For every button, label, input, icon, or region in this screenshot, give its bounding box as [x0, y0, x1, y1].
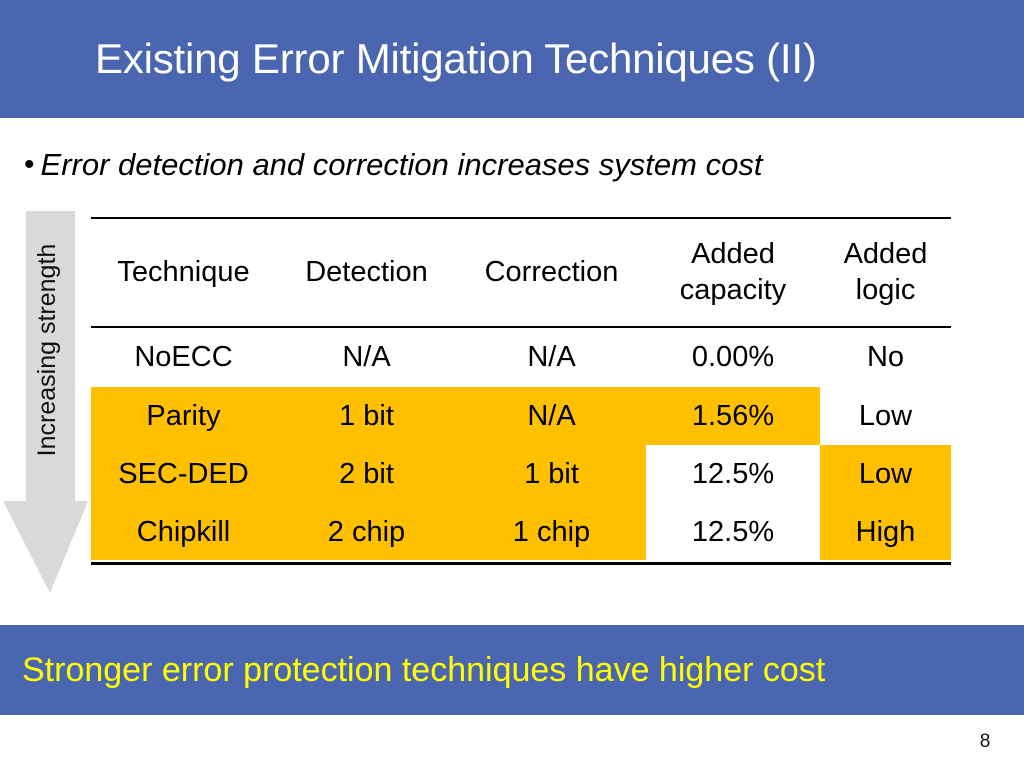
increasing-strength-label: Increasing strength: [33, 243, 61, 457]
table-bottom-rule: [91, 562, 951, 565]
column-header-added-capacity-line2: capacity: [679, 273, 787, 306]
page-title: Existing Error Mitigation Techniques (II…: [95, 35, 817, 82]
column-header-added-capacity: Added capacity: [646, 217, 820, 326]
cell-technique: Parity: [91, 387, 276, 445]
column-header-detection: Detection: [276, 217, 457, 326]
slide-title-bar: Existing Error Mitigation Techniques (II…: [0, 0, 1024, 118]
cell-detection: 2 bit: [276, 445, 457, 503]
column-header-added-logic-line2: logic: [855, 273, 916, 306]
takeaway-banner: Stronger error protection techniques hav…: [0, 625, 1024, 715]
cell-correction: N/A: [457, 326, 646, 387]
cell-technique: SEC-DED: [91, 445, 276, 503]
cell-detection: 1 bit: [276, 387, 457, 445]
table-top-rule: [91, 217, 951, 219]
cell-correction: 1 bit: [457, 445, 646, 503]
cell-added-logic: No: [820, 326, 951, 387]
cell-added-logic: Low: [820, 445, 951, 503]
bullet-dot-icon: •: [24, 148, 35, 181]
cell-detection: 2 chip: [276, 503, 457, 560]
table-row: NoECC N/A N/A 0.00% No: [91, 326, 951, 387]
table-header-row: Technique Detection Correction Added cap…: [91, 217, 951, 326]
cell-added-logic: Low: [820, 387, 951, 445]
bullet-item: • Error detection and correction increas…: [24, 141, 1004, 189]
slide-number: 8: [979, 731, 991, 752]
bullet-item-label: Error detection and correction increases…: [40, 147, 763, 182]
cell-added-capacity: 12.5%: [646, 445, 820, 503]
increasing-strength-arrow: Increasing strength: [0, 211, 92, 593]
column-header-added-logic: Added logic: [820, 217, 951, 326]
column-header-added-logic-line1: Added: [843, 237, 928, 270]
cell-technique: NoECC: [91, 326, 276, 387]
column-header-added-capacity-line1: Added: [691, 237, 775, 270]
cell-correction: N/A: [457, 387, 646, 445]
cell-added-capacity: 0.00%: [646, 326, 820, 387]
cell-added-logic: High: [820, 503, 951, 560]
table: Technique Detection Correction Added cap…: [91, 217, 951, 560]
cell-added-capacity: 1.56%: [646, 387, 820, 445]
cell-added-capacity: 12.5%: [646, 503, 820, 560]
table-row: Parity 1 bit N/A 1.56% Low: [91, 387, 951, 445]
table-header-rule: [91, 326, 951, 328]
cell-detection: N/A: [276, 326, 457, 387]
techniques-table: Technique Detection Correction Added cap…: [91, 217, 951, 567]
column-header-technique: Technique: [91, 217, 276, 326]
table-row: SEC-DED 2 bit 1 bit 12.5% Low: [91, 445, 951, 503]
takeaway-banner-label: Stronger error protection techniques hav…: [22, 651, 826, 689]
cell-technique: Chipkill: [91, 503, 276, 560]
cell-correction: 1 chip: [457, 503, 646, 560]
table-row: Chipkill 2 chip 1 chip 12.5% High: [91, 503, 951, 560]
column-header-correction: Correction: [457, 217, 646, 326]
